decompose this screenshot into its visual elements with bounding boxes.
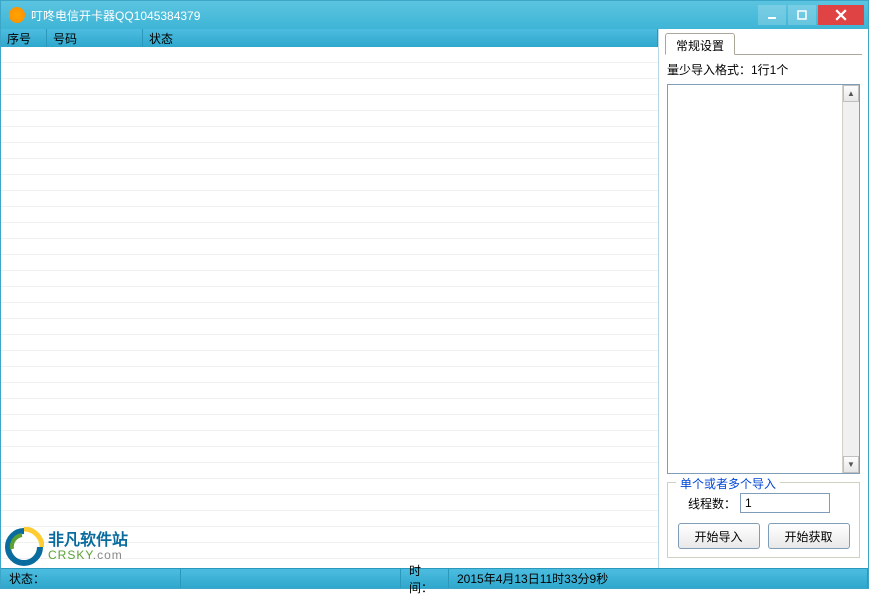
table-row: [1, 335, 658, 351]
table-row: [1, 479, 658, 495]
format-hint: 量少导入格式：1行1个: [667, 61, 860, 78]
table-row: [1, 175, 658, 191]
table-row: [1, 383, 658, 399]
table-row: [1, 351, 658, 367]
table-row: [1, 303, 658, 319]
table-row: [1, 463, 658, 479]
thread-row: 线程数：: [676, 493, 851, 513]
content-area: 序号 号码 状态: [1, 29, 868, 568]
time-label: 时间：: [401, 569, 449, 588]
thread-label: 线程数：: [688, 495, 736, 512]
table-row: [1, 143, 658, 159]
table-header: 序号 号码 状态: [1, 29, 658, 47]
table-row: [1, 239, 658, 255]
table-row: [1, 511, 658, 527]
import-group: 单个或者多个导入 线程数： 开始导入 开始获取: [667, 482, 860, 558]
table-row: [1, 255, 658, 271]
table-row: [1, 287, 658, 303]
tab-general[interactable]: 常规设置: [665, 33, 735, 55]
start-import-button[interactable]: 开始导入: [678, 523, 760, 549]
import-legend: 单个或者多个导入: [676, 475, 780, 492]
table-row: [1, 207, 658, 223]
table-row: [1, 367, 658, 383]
table-panel: 序号 号码 状态: [1, 29, 659, 568]
col-number[interactable]: 号码: [47, 29, 143, 47]
maximize-button[interactable]: [788, 5, 816, 25]
tab-row: 常规设置: [665, 33, 862, 55]
table-row: [1, 127, 658, 143]
window-controls: [758, 5, 864, 25]
table-row: [1, 111, 658, 127]
col-status[interactable]: 状态: [143, 29, 658, 47]
titlebar[interactable]: 叮咚电信开卡器QQ1045384379: [1, 1, 868, 29]
start-fetch-button[interactable]: 开始获取: [768, 523, 850, 549]
table-row: [1, 191, 658, 207]
import-textarea[interactable]: ▲ ▼: [667, 84, 860, 474]
status-value: [181, 569, 401, 588]
table-body[interactable]: [1, 47, 658, 568]
statusbar: 状态： 时间： 2015年4月13日11时33分9秒: [1, 568, 868, 588]
settings-panel: 常规设置 量少导入格式：1行1个 ▲ ▼ 单个或者多个导入 线程数：: [659, 29, 868, 568]
app-icon: [9, 7, 25, 23]
table-row: [1, 527, 658, 543]
scroll-down-icon[interactable]: ▼: [843, 456, 859, 473]
table-row: [1, 271, 658, 287]
tab-content: 量少导入格式：1行1个 ▲ ▼ 单个或者多个导入 线程数： 开始导入: [665, 55, 862, 564]
window-title: 叮咚电信开卡器QQ1045384379: [31, 7, 758, 24]
scrollbar[interactable]: ▲ ▼: [842, 85, 859, 473]
minimize-button[interactable]: [758, 5, 786, 25]
table-row: [1, 431, 658, 447]
table-row: [1, 415, 658, 431]
table-row: [1, 79, 658, 95]
close-button[interactable]: [818, 5, 864, 25]
time-value: 2015年4月13日11时33分9秒: [449, 569, 868, 588]
thread-input[interactable]: [740, 493, 830, 513]
table-row: [1, 399, 658, 415]
table-row: [1, 495, 658, 511]
scroll-up-icon[interactable]: ▲: [843, 85, 859, 102]
table-row: [1, 223, 658, 239]
table-row: [1, 159, 658, 175]
table-row: [1, 95, 658, 111]
status-label: 状态：: [1, 569, 181, 588]
table-row: [1, 47, 658, 63]
table-row: [1, 543, 658, 559]
app-window: 叮咚电信开卡器QQ1045384379 序号 号码 状态: [0, 0, 869, 589]
button-row: 开始导入 开始获取: [676, 523, 851, 549]
table-row: [1, 319, 658, 335]
table-row: [1, 63, 658, 79]
table-row: [1, 447, 658, 463]
col-seq[interactable]: 序号: [1, 29, 47, 47]
